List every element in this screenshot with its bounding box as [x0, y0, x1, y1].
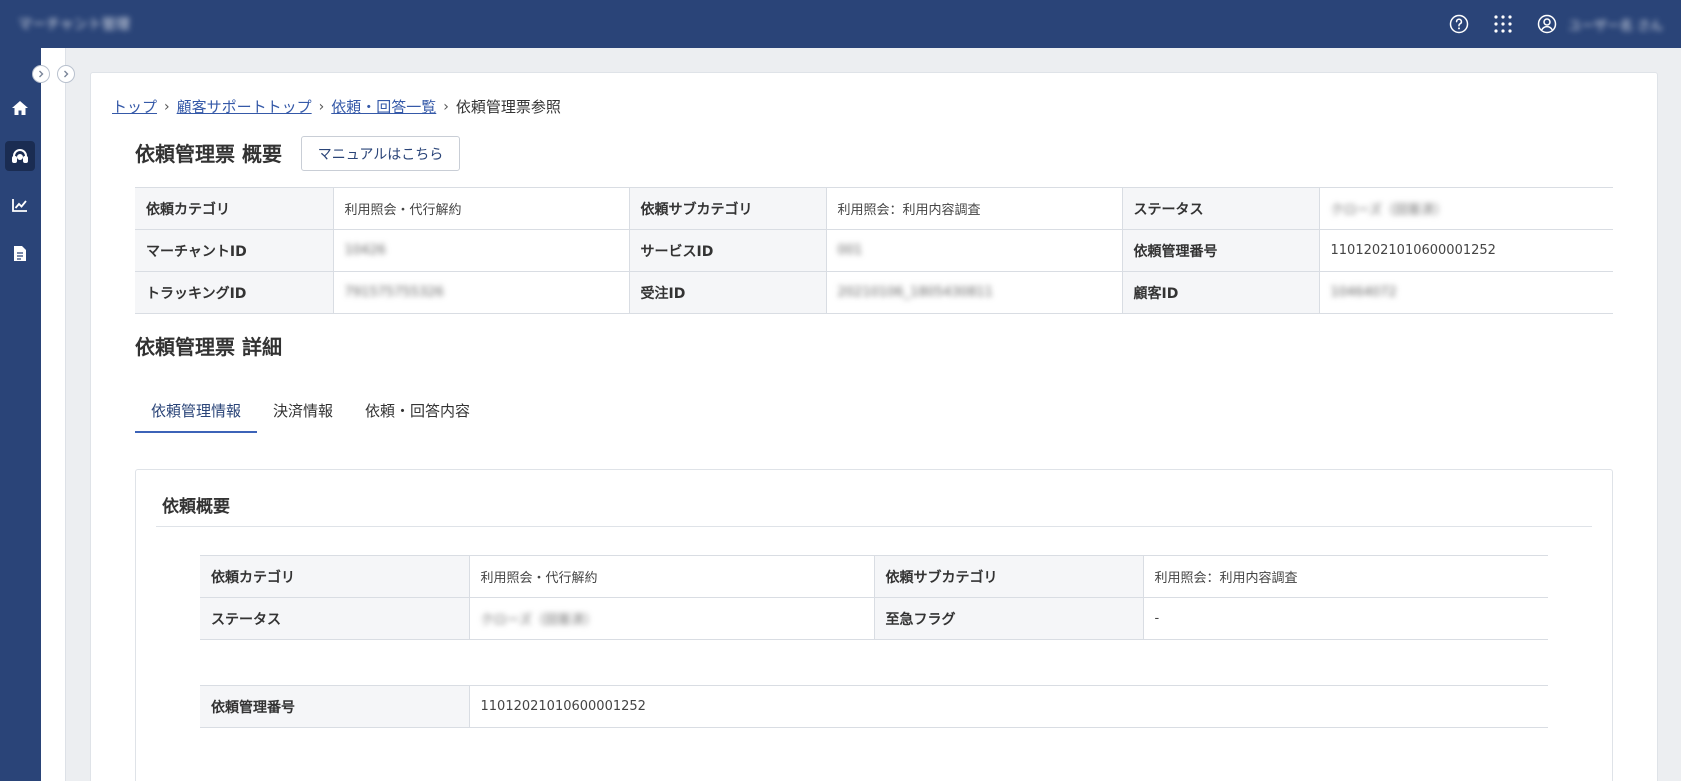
tracking-id-value: 791575755326: [344, 285, 444, 300]
overview-label: 依頼サブカテゴリ: [628, 187, 826, 230]
service-id-value: 001: [837, 243, 863, 258]
overview-label: トラッキングID: [135, 271, 333, 314]
detail-value: 利用照会：利用内容調査: [1142, 555, 1548, 598]
user-circle-icon[interactable]: [1536, 13, 1558, 35]
tab-payment-info[interactable]: 決済情報: [257, 392, 349, 433]
overview-label: 依頼管理番号: [1121, 229, 1319, 272]
request-number-table: 依頼管理番号 11012021010600001252: [200, 685, 1548, 728]
detail-value: 利用照会・代行解約: [468, 555, 874, 598]
tab-request-management[interactable]: 依頼管理情報: [135, 392, 258, 433]
chevron-right-icon: ›: [443, 98, 449, 115]
table-row: 依頼カテゴリ 利用照会・代行解約 依頼サブカテゴリ 利用照会：利用内容調査: [200, 555, 1548, 598]
detail-label: 依頼サブカテゴリ: [873, 555, 1143, 598]
home-icon[interactable]: [5, 93, 35, 123]
table-row: 依頼カテゴリ 利用照会・代行解約 依頼サブカテゴリ 利用照会：利用内容調査 ステ…: [135, 187, 1613, 230]
chevron-right-icon: ›: [318, 98, 325, 115]
detail-label: ステータス: [200, 597, 469, 640]
overview-label: ステータス: [1121, 187, 1319, 230]
urgent-flag-value: -: [1142, 597, 1548, 640]
manual-button[interactable]: マニュアルはこちら: [301, 136, 460, 171]
sidebar-collapse-toggle[interactable]: [32, 65, 50, 83]
app-title: マーチャント管理: [18, 17, 130, 33]
user-name[interactable]: ユーザー名 さん: [1568, 15, 1663, 34]
detail-label: 至急フラグ: [873, 597, 1143, 640]
sidebar: [0, 48, 41, 781]
request-number-value: 11012021010600001252: [1318, 229, 1613, 272]
tab-request-answer[interactable]: 依頼・回答内容: [349, 392, 486, 433]
subnav-expand-toggle[interactable]: [57, 65, 75, 83]
detail-title: 依頼管理票 詳細: [135, 335, 282, 359]
detail-tabs: 依頼管理情報 決済情報 依頼・回答内容: [135, 392, 486, 433]
breadcrumb: トップ › 顧客サポートトップ › 依頼・回答一覧 › 依頼管理票参照: [112, 96, 561, 117]
sidebar-rail: [41, 48, 66, 781]
table-row: ステータス クローズ（回答済） 至急フラグ -: [200, 597, 1548, 640]
overview-table: 依頼カテゴリ 利用照会・代行解約 依頼サブカテゴリ 利用照会：利用内容調査 ステ…: [135, 187, 1613, 314]
detail-label: 依頼管理番号: [200, 685, 469, 728]
status-value: クローズ（回答済）: [1330, 203, 1447, 218]
header-actions: ユーザー名 さん: [1448, 13, 1663, 35]
detail-label: 依頼カテゴリ: [200, 555, 469, 598]
table-row: 依頼管理番号 11012021010600001252: [200, 685, 1548, 728]
table-row: トラッキングID 791575755326 受注ID 20210106_1805…: [135, 271, 1613, 314]
breadcrumb-top[interactable]: トップ: [112, 96, 157, 117]
request-number-value: 11012021010600001252: [468, 685, 1548, 728]
order-id-value: 20210106_1805430811: [837, 285, 993, 300]
table-row: マーチャントID 10426 サービスID 001 依頼管理番号 1101202…: [135, 229, 1613, 272]
breadcrumb-current: 依頼管理票参照: [455, 98, 561, 116]
chevron-right-icon: ›: [164, 98, 170, 115]
overview-title: 依頼管理票 概要: [135, 142, 282, 166]
support-headset-icon[interactable]: [5, 141, 35, 171]
divider: [156, 526, 1592, 527]
customer-id-value: 10464072: [1330, 285, 1397, 300]
top-header: マーチャント管理 ユーザー名 さん: [0, 0, 1681, 48]
help-circle-icon[interactable]: [1448, 13, 1470, 35]
overview-value: 利用照会：利用内容調査: [825, 187, 1122, 230]
overview-label: 受注ID: [628, 271, 826, 314]
overview-label: 依頼カテゴリ: [135, 187, 333, 230]
overview-label: マーチャントID: [135, 229, 333, 272]
breadcrumb-support-top[interactable]: 顧客サポートトップ: [177, 96, 312, 117]
merchant-id-value: 10426: [344, 243, 386, 258]
chart-icon[interactable]: [5, 190, 35, 220]
grid-dots-icon[interactable]: [1492, 13, 1514, 35]
document-icon[interactable]: [5, 238, 35, 268]
overview-value: 利用照会・代行解約: [332, 187, 629, 230]
overview-label: 顧客ID: [1121, 271, 1319, 314]
breadcrumb-request-list[interactable]: 依頼・回答一覧: [331, 96, 436, 117]
status-value: クローズ（回答済）: [480, 613, 597, 628]
panel-title: 依頼概要: [162, 497, 230, 517]
request-summary-table: 依頼カテゴリ 利用照会・代行解約 依頼サブカテゴリ 利用照会：利用内容調査 ステ…: [200, 555, 1548, 640]
overview-label: サービスID: [628, 229, 826, 272]
